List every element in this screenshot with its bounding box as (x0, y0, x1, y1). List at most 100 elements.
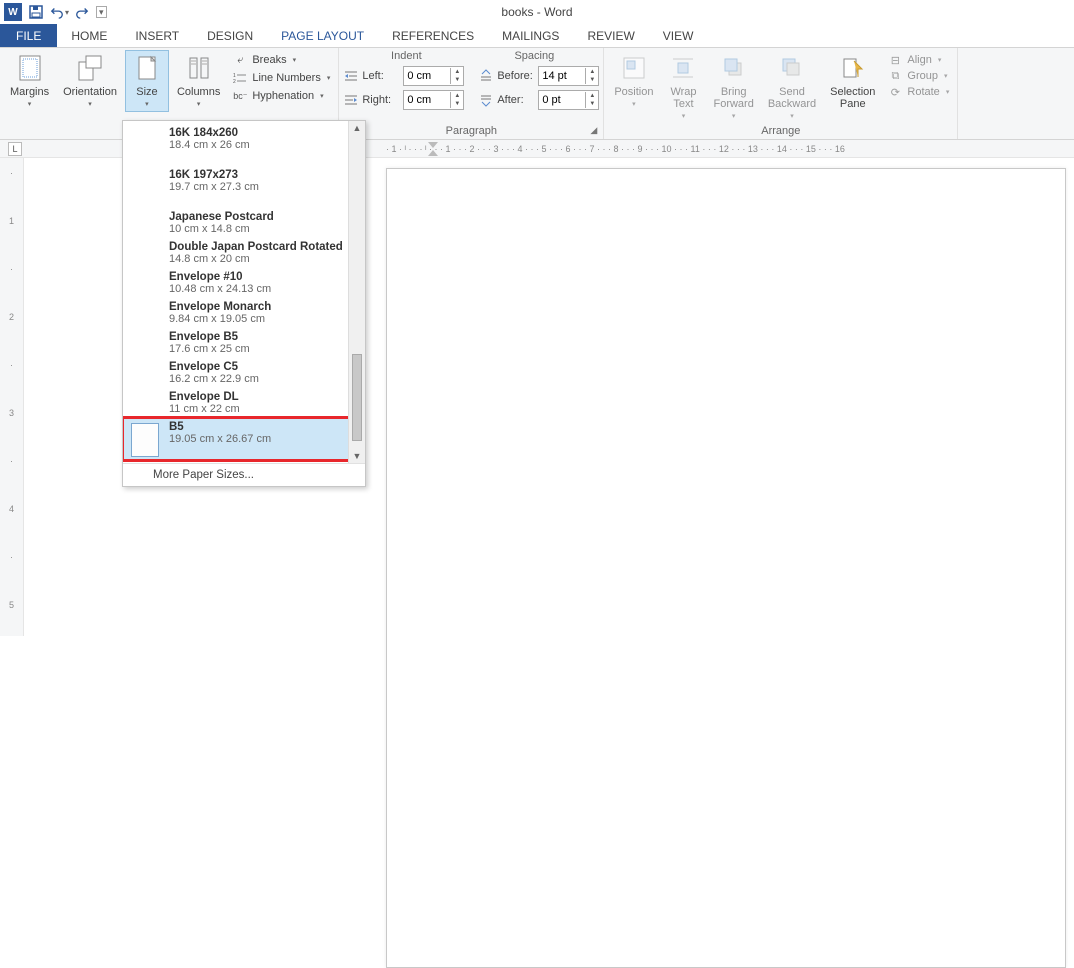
spin-up[interactable]: ▲ (586, 68, 598, 76)
size-option[interactable]: B519.05 cm x 26.67 cm (123, 418, 365, 460)
size-option[interactable]: 16K 184x26018.4 cm x 26 cm (123, 124, 365, 166)
size-option-dim: 10 cm x 14.8 cm (169, 223, 274, 235)
margins-button[interactable]: Margins▾ (4, 50, 55, 111)
wrap-text-button[interactable]: Wrap Text▾ (661, 50, 705, 123)
window-title: books - Word (501, 5, 572, 19)
spin-up[interactable]: ▲ (451, 68, 463, 76)
margins-icon (16, 54, 44, 82)
spin-down[interactable]: ▼ (586, 76, 598, 84)
rotate-icon: ⟳ (887, 85, 903, 99)
position-icon (620, 54, 648, 82)
tab-references[interactable]: REFERENCES (378, 24, 488, 47)
size-option-name: Envelope DL (169, 391, 240, 403)
title-bar: W ▾ ▾ books - Word (0, 0, 1074, 24)
align-button[interactable]: ⊟Align▾ (883, 52, 953, 68)
hyphenation-button[interactable]: bc⁻Hyphenation▾ (228, 88, 334, 104)
svg-text:2: 2 (233, 79, 236, 84)
dropdown-scrollbar[interactable]: ▲▼ (348, 121, 365, 463)
size-option[interactable]: Envelope #1010.48 cm x 24.13 cm (123, 268, 365, 298)
send-backward-button[interactable]: Send Backward▾ (762, 50, 822, 123)
size-button[interactable]: Size▾ (125, 50, 169, 112)
breaks-button[interactable]: ⤶Breaks▾ (228, 52, 334, 68)
tab-view[interactable]: VIEW (649, 24, 708, 47)
scroll-thumb[interactable] (352, 354, 362, 441)
undo-icon[interactable]: ▾ (50, 5, 69, 19)
size-option-dim: 16.2 cm x 22.9 cm (169, 373, 259, 385)
indent-right-input[interactable]: ▲▼ (403, 90, 464, 110)
spacing-before-input[interactable]: ▲▼ (538, 66, 599, 86)
size-option[interactable]: Double Japan Postcard Rotated14.8 cm x 2… (123, 238, 365, 268)
columns-icon (185, 54, 213, 82)
size-option[interactable]: Envelope Monarch9.84 cm x 19.05 cm (123, 298, 365, 328)
paragraph-dialog-launcher[interactable]: ◢ (590, 125, 597, 136)
page-thumb-icon (131, 423, 159, 457)
size-option[interactable]: 16K 197x27319.7 cm x 27.3 cm (123, 166, 365, 208)
spacing-before-icon (478, 69, 494, 83)
size-option-dim: 19.05 cm x 26.67 cm (169, 433, 271, 445)
spacing-after-input[interactable]: ▲▼ (538, 90, 599, 110)
group-arrange: Position▾ Wrap Text▾ Bring Forward▾ Send… (604, 48, 958, 139)
selection-pane-button[interactable]: Selection Pane (824, 50, 881, 123)
orientation-button[interactable]: Orientation▾ (57, 50, 123, 111)
indent-header: Indent (343, 50, 469, 62)
qat-customize-icon[interactable]: ▾ (96, 6, 107, 18)
tab-home[interactable]: HOME (57, 24, 121, 47)
wrap-text-icon (669, 54, 697, 82)
indent-marker-icon[interactable] (428, 142, 438, 156)
ribbon-tabs: FILE HOME INSERT DESIGN PAGE LAYOUT REFE… (0, 24, 1074, 48)
vertical-ruler[interactable]: · 1 · 2 · 3 · 4 · 5 (0, 158, 24, 636)
tab-mailings[interactable]: MAILINGS (488, 24, 573, 47)
spin-up[interactable]: ▲ (586, 92, 598, 100)
size-option-dim: 10.48 cm x 24.13 cm (169, 283, 271, 295)
group-paragraph: Indent Spacing Left: ▲▼ Before: ▲▼ Right… (339, 48, 604, 139)
tab-insert[interactable]: INSERT (121, 24, 193, 47)
columns-button[interactable]: Columns▾ (171, 50, 226, 111)
group-button[interactable]: ⧉Group▾ (883, 68, 953, 84)
line-numbers-icon: 12 (232, 71, 248, 85)
size-option[interactable]: Envelope C516.2 cm x 22.9 cm (123, 358, 365, 388)
size-option-name: 16K 184x260 (169, 127, 250, 139)
word-icon: W (4, 3, 22, 21)
spin-down[interactable]: ▼ (586, 100, 598, 108)
position-button[interactable]: Position▾ (608, 50, 659, 123)
indent-left-input[interactable]: ▲▼ (403, 66, 464, 86)
size-option-dim: 19.7 cm x 27.3 cm (169, 181, 259, 193)
page[interactable] (386, 168, 1066, 968)
hyphenation-icon: bc⁻ (232, 89, 248, 103)
size-option-name: B5 (169, 421, 271, 433)
spacing-after-icon (478, 93, 494, 107)
tab-design[interactable]: DESIGN (193, 24, 267, 47)
scroll-down-icon[interactable]: ▼ (353, 449, 362, 463)
more-paper-sizes[interactable]: More Paper Sizes... (123, 463, 365, 486)
tab-review[interactable]: REVIEW (573, 24, 648, 47)
breaks-icon: ⤶ (232, 53, 248, 67)
size-option-name: Japanese Postcard (169, 211, 274, 223)
tab-selector[interactable]: L (8, 142, 22, 156)
size-option-dim: 14.8 cm x 20 cm (169, 253, 343, 265)
group-icon: ⧉ (887, 69, 903, 83)
bring-forward-icon (720, 54, 748, 82)
spin-down[interactable]: ▼ (451, 100, 463, 108)
bring-forward-button[interactable]: Bring Forward▾ (707, 50, 759, 123)
indent-right-icon (343, 93, 359, 107)
tab-page-layout[interactable]: PAGE LAYOUT (267, 24, 378, 47)
size-option[interactable]: Japanese Postcard10 cm x 14.8 cm (123, 208, 365, 238)
size-option-dim: 17.6 cm x 25 cm (169, 343, 250, 355)
size-option-dim: 11 cm x 22 cm (169, 403, 240, 415)
spin-down[interactable]: ▼ (451, 76, 463, 84)
redo-icon[interactable] (75, 5, 89, 19)
rotate-button[interactable]: ⟳Rotate▾ (883, 84, 953, 100)
spin-up[interactable]: ▲ (451, 92, 463, 100)
tab-file[interactable]: FILE (0, 24, 57, 47)
size-option-name: Envelope Monarch (169, 301, 271, 313)
scroll-up-icon[interactable]: ▲ (353, 121, 362, 135)
size-dropdown: 16K 184x26018.4 cm x 26 cm16K 197x27319.… (122, 120, 366, 487)
size-option-name: Double Japan Postcard Rotated (169, 241, 343, 253)
orientation-icon (76, 54, 104, 82)
size-option[interactable]: Envelope B517.6 cm x 25 cm (123, 328, 365, 358)
size-option-name: Envelope #10 (169, 271, 271, 283)
save-icon[interactable] (28, 4, 44, 20)
line-numbers-button[interactable]: 12Line Numbers▾ (228, 70, 334, 86)
size-option[interactable]: Envelope DL11 cm x 22 cm (123, 388, 365, 418)
selection-pane-icon (839, 54, 867, 82)
